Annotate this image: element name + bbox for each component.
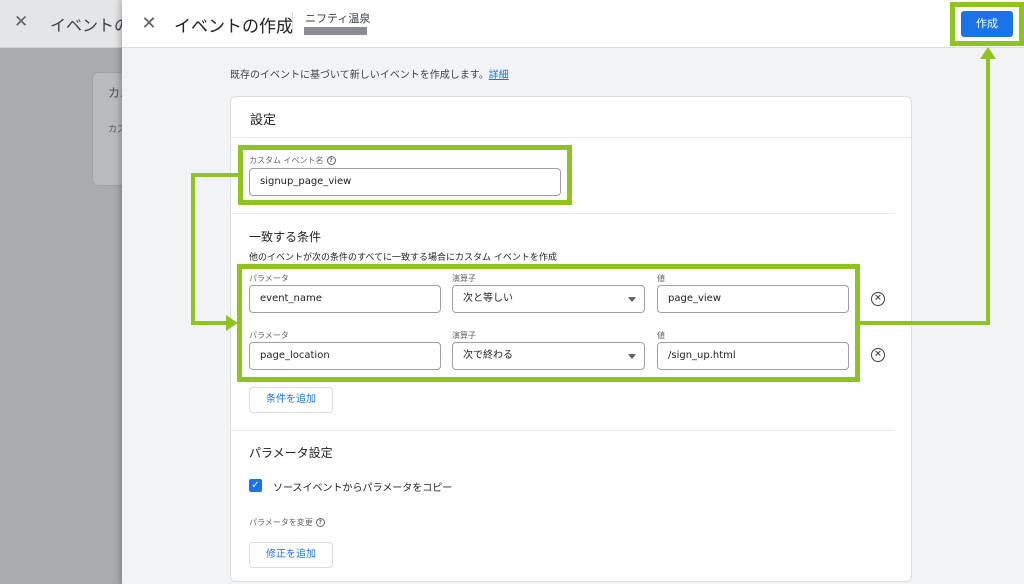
add-modification-button[interactable]: 修正を追加 xyxy=(249,542,333,568)
condition-value-input[interactable]: /sign_up.html xyxy=(657,342,849,370)
condition-operator-value: 次と等しい xyxy=(463,293,513,304)
condition-param-input[interactable]: event_name xyxy=(249,285,441,313)
panel-header: ✕ イベントの作成 ニフティ温泉 作成 xyxy=(122,0,1024,48)
close-icon[interactable]: ✕ xyxy=(138,13,160,35)
divider xyxy=(231,137,911,138)
page-title: イベントの作成 xyxy=(174,17,293,37)
custom-event-label-text: カスタム イベント名 xyxy=(249,156,324,165)
redacted-account-id xyxy=(304,27,367,35)
modify-params-label-text: パラメータを変更 xyxy=(249,518,313,527)
operator-column-label: 演算子 xyxy=(452,331,476,340)
title-divider xyxy=(292,12,293,36)
value-column-label: 値 xyxy=(657,274,665,283)
custom-event-label: カスタム イベント名? xyxy=(249,155,336,166)
help-icon[interactable]: ? xyxy=(326,156,336,165)
operator-column-label: 演算子 xyxy=(452,274,476,283)
settings-title: 設定 xyxy=(250,113,277,128)
intro-description: 既存のイベントに基づいて新しいイベントを作成します。 xyxy=(230,70,489,81)
create-button[interactable]: 作成 xyxy=(961,11,1013,37)
background-close-icon: ✕ xyxy=(14,12,29,32)
conditions-title: 一致する条件 xyxy=(249,230,322,244)
divider xyxy=(231,430,895,431)
account-name: ニフティ温泉 xyxy=(305,12,371,25)
condition-param-input[interactable]: page_location xyxy=(249,342,441,370)
condition-operator-select[interactable]: 次と等しい xyxy=(452,285,645,313)
background-title: イベントの xyxy=(50,16,131,35)
copy-params-checkbox[interactable]: ✓ xyxy=(249,479,262,492)
remove-condition-icon[interactable]: × xyxy=(871,292,885,306)
dropdown-arrow-icon xyxy=(628,297,636,302)
intro-text: 既存のイベントに基づいて新しいイベントを作成します。詳細 xyxy=(230,66,509,81)
condition-operator-value: 次で終わる xyxy=(463,350,513,361)
condition-operator-select[interactable]: 次で終わる xyxy=(452,342,645,370)
condition-value-input[interactable]: page_view xyxy=(657,285,849,313)
param-settings-title: パラメータ設定 xyxy=(249,446,333,460)
copy-params-label: ソースイベントからパラメータをコピー xyxy=(273,483,453,494)
create-event-panel: ✕ イベントの作成 ニフティ温泉 作成 既存のイベントに基づいて新しいイベントを… xyxy=(122,0,1024,584)
add-condition-button[interactable]: 条件を追加 xyxy=(249,387,333,413)
value-column-label: 値 xyxy=(657,331,665,340)
modify-params-label: パラメータを変更? xyxy=(249,517,325,528)
conditions-description: 他のイベントが次の条件のすべてに一致する場合にカスタム イベントを作成 xyxy=(249,253,557,263)
divider xyxy=(231,213,895,214)
help-icon[interactable]: ? xyxy=(315,518,325,527)
details-link[interactable]: 詳細 xyxy=(489,70,509,81)
settings-card: 設定 カスタム イベント名? signup_page_view 一致する条件 他… xyxy=(230,96,912,582)
dropdown-arrow-icon xyxy=(628,354,636,359)
param-column-label: パラメータ xyxy=(249,331,289,340)
remove-condition-icon[interactable]: × xyxy=(871,348,885,362)
custom-event-name-input[interactable]: signup_page_view xyxy=(249,168,561,196)
param-column-label: パラメータ xyxy=(249,274,289,283)
